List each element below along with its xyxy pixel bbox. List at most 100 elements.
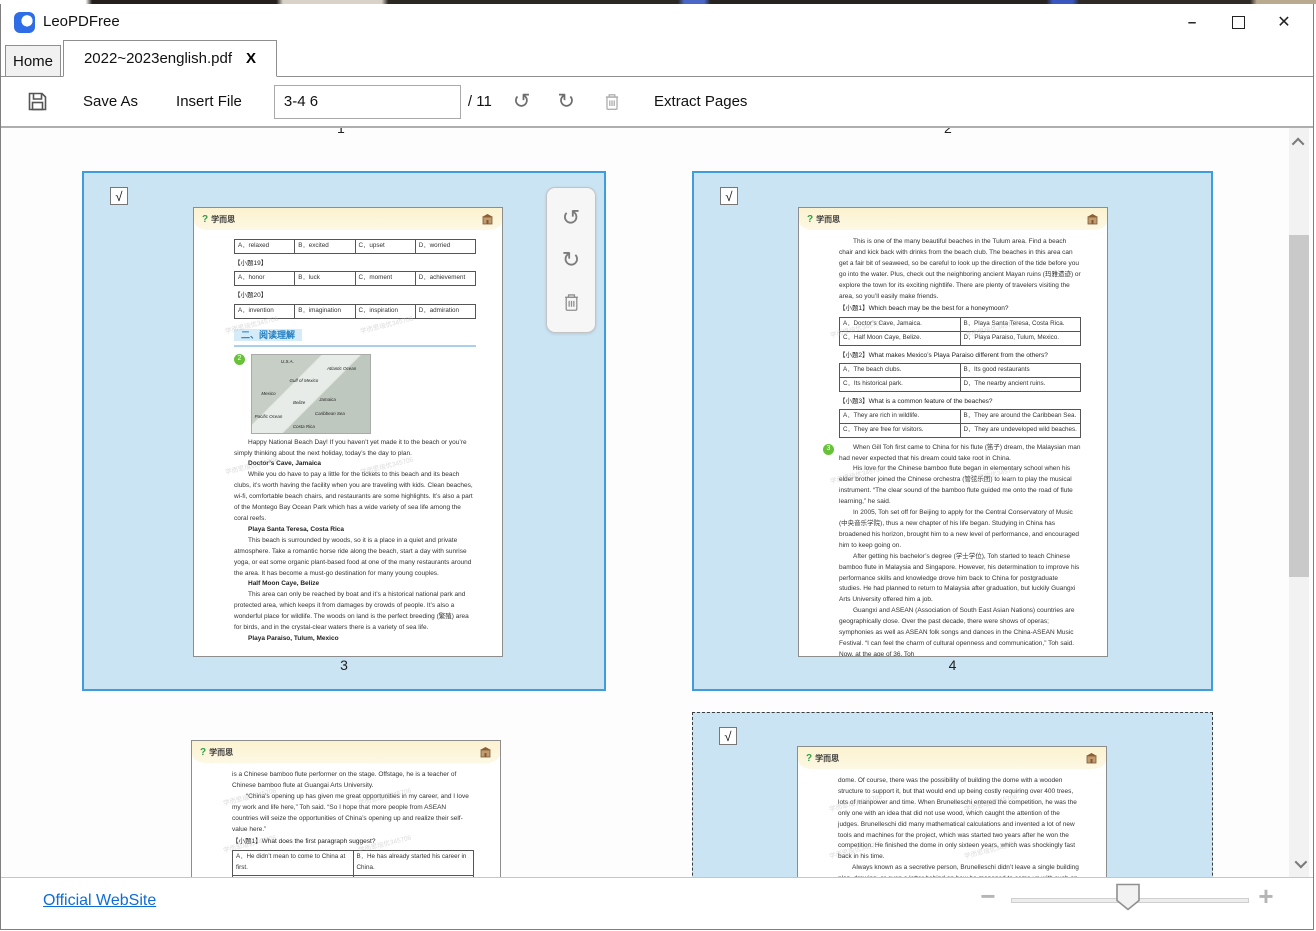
options-table: A．inventionB．imaginationC．inspirationD．a… [234, 304, 476, 319]
logo-text: 学而思 [815, 753, 839, 764]
trash-icon [603, 92, 621, 111]
page-3-content: A．relaxedB．excitedC．upsetD．worried 【小题19】… [194, 230, 502, 645]
text-bold: Half Moon Caye, Belize [234, 579, 476, 590]
text-para: dome. Of course, there was the possibili… [838, 776, 1080, 863]
page-4-selection[interactable]: √ ?学而思 This is one of the many beautiful… [692, 171, 1213, 691]
text-para: Guangxi and ASEAN (Association of South … [839, 606, 1081, 657]
checkmark-icon: √ [115, 190, 122, 203]
toolbar: Save As Insert File / 11 ↺ ↻ Extract Pag… [1, 77, 1313, 128]
checkmark-icon: √ [724, 730, 731, 743]
logo-text: 学而思 [209, 747, 233, 758]
page-4-number: 4 [694, 657, 1211, 673]
zoom-in-button[interactable]: + [1251, 881, 1281, 912]
text-para: Always known as a secretive person, Brun… [838, 863, 1080, 877]
text-label: 【小题1】What does the first paragraph sugge… [232, 837, 474, 848]
page-6-thumbnail[interactable]: ?学而思 dome. Of course, there was the poss… [797, 746, 1107, 877]
logo-question-icon: ? [806, 753, 812, 764]
chevron-up-icon [1291, 137, 1304, 150]
tab-bar: Home 2022~2023english.pdf X [1, 40, 1313, 77]
page-5-thumbnail[interactable]: ?学而思 is a Chinese bamboo flute performer… [191, 740, 501, 877]
text-para: While you do have to pay a little for th… [234, 470, 476, 525]
scroll-down-button[interactable] [1289, 853, 1309, 873]
section-heading: 二、阅读理解 [234, 328, 476, 347]
text-para: This is one of the many beautiful beache… [839, 237, 1081, 302]
text-para: After getting his bachelor’s degree (学士学… [839, 552, 1081, 607]
options-table: A．honorB．luckC．momentD．achievement [234, 271, 476, 286]
text-para: is a Chinese bamboo flute performer on t… [232, 770, 474, 792]
paper-header: ?学而思 [798, 747, 1106, 769]
page-3-number: 3 [84, 657, 604, 673]
page-4-thumbnail[interactable]: ?学而思 This is one of the many beautiful b… [798, 207, 1108, 657]
delete-pages-button[interactable] [603, 92, 621, 111]
save-button[interactable] [23, 91, 51, 112]
panel-rotate-right-icon[interactable]: ↻ [562, 250, 580, 272]
page-3-thumbnail[interactable]: ?学而思 A．relaxedB．excitedC．upsetD．worried 【… [193, 207, 503, 657]
page-range-input[interactable] [274, 85, 461, 119]
paper-header: ?学而思 [194, 208, 502, 230]
page-3-selection[interactable]: √ ?学而思 A．relaxedB．excitedC．upsetD．worrie… [82, 171, 606, 691]
tab-document-label: 2022~2023english.pdf [84, 50, 232, 67]
panel-trash-icon[interactable] [562, 292, 581, 312]
building-icon [479, 746, 492, 758]
maximize-button[interactable] [1215, 4, 1261, 40]
text-para: This beach is surrounded by woods, so it… [234, 536, 476, 580]
chevron-down-icon [1294, 855, 1307, 868]
thumbnail-action-panel: ↺ ↻ [546, 187, 596, 333]
save-as-button[interactable]: Save As [83, 93, 138, 110]
rotate-right-icon[interactable]: ↻ [557, 91, 575, 112]
text-bold: Doctor’s Cave, Jamaica [234, 459, 476, 470]
page-6-checkbox[interactable]: √ [719, 727, 737, 745]
options-table: A．The beach clubs.B．Its good restaurants… [839, 363, 1081, 391]
text-label: 【小题1】Which beach may be the best for a h… [839, 304, 1081, 315]
options-table: A．He didn’t mean to come to China at fir… [232, 850, 474, 877]
page-4-checkbox[interactable]: √ [720, 187, 738, 205]
text-para: This area can only be reached by boat an… [234, 590, 476, 634]
page-3-checkbox[interactable]: √ [110, 187, 128, 205]
maximize-icon [1232, 16, 1245, 29]
official-website-link[interactable]: Official WebSite [43, 892, 156, 910]
logo-question-icon: ? [807, 214, 813, 225]
title-bar: LeoPDFree – ✕ [1, 4, 1313, 40]
tab-document[interactable]: 2022~2023english.pdf X [63, 40, 277, 77]
zoom-out-button[interactable]: − [973, 881, 1003, 912]
clipped-page-number-2: 2 [944, 128, 952, 136]
paper-header: ?学而思 [192, 741, 500, 763]
options-table: A．Doctor’s Cave, Jamaica.B．Playa Santa T… [839, 317, 1081, 345]
text-para: Happy National Beach Day! If you haven’t… [234, 438, 476, 460]
paper-header: ?学而思 [799, 208, 1107, 230]
zoom-slider-thumb[interactable] [1115, 883, 1141, 916]
close-button[interactable]: ✕ [1261, 4, 1307, 40]
page-4-content: This is one of the many beautiful beache… [799, 230, 1107, 657]
text-label: 【小题20】 [234, 291, 476, 302]
text-label: 【小题19】 [234, 259, 476, 270]
tab-home[interactable]: Home [5, 45, 61, 76]
tab-close-icon[interactable]: X [246, 50, 256, 67]
panel-rotate-left-icon[interactable]: ↺ [562, 208, 580, 230]
thumbnail-grid: 1 2 √ ?学而思 A．relaxedB．excitedC．upsetD．wo… [1, 128, 1313, 877]
building-icon [1086, 213, 1099, 225]
rotate-left-icon[interactable]: ↺ [513, 91, 531, 112]
logo-text: 学而思 [816, 214, 840, 225]
app-window: LeoPDFree – ✕ Home 2022~2023english.pdf … [0, 0, 1316, 931]
logo-question-icon: ? [200, 747, 206, 758]
extract-pages-button[interactable]: Extract Pages [654, 93, 747, 110]
vertical-scrollbar[interactable] [1289, 128, 1309, 877]
save-icon [27, 91, 48, 112]
logo-text: 学而思 [211, 214, 235, 225]
checkmark-icon: √ [725, 190, 732, 203]
scrollbar-thumb[interactable] [1289, 235, 1309, 577]
building-icon [481, 213, 494, 225]
options-table: A．They are rich in wildlife.B．They are a… [839, 409, 1081, 437]
minimize-button[interactable]: – [1169, 4, 1215, 40]
options-table: A．relaxedB．excitedC．upsetD．worried [234, 239, 476, 254]
text-label: 【小题2】What makes Mexico’s Playa Paraiso d… [839, 351, 1081, 362]
scroll-up-button[interactable] [1289, 132, 1309, 152]
status-bar: Official WebSite − + [1, 877, 1313, 929]
insert-file-button[interactable]: Insert File [176, 93, 242, 110]
app-title: LeoPDFree [43, 13, 120, 30]
app-logo-icon [14, 12, 35, 33]
text-bold: Playa Paraiso, Tulum, Mexico [234, 634, 476, 645]
text-label: 【小题3】What is a common feature of the bea… [839, 397, 1081, 408]
page-6-selection[interactable]: √ ?学而思 dome. Of course, there was the po… [692, 712, 1213, 877]
logo-question-icon: ? [202, 214, 208, 225]
